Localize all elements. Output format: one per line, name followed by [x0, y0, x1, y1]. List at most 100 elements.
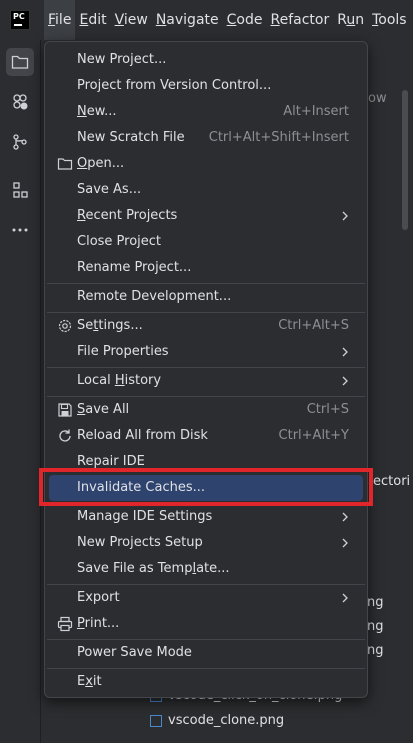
- pycharm-logo-icon[interactable]: PC: [10, 10, 30, 30]
- menu-view-label-mnemonic: V: [114, 12, 124, 28]
- gear-icon: [57, 318, 73, 334]
- menu-item-shortcut: Ctrl+S: [306, 402, 349, 417]
- menu-item-save-as[interactable]: Save As...: [49, 177, 363, 203]
- menu-item-export[interactable]: Export: [49, 585, 363, 611]
- menu-bar: PC File Edit View Navigate Code Refactor…: [0, 0, 413, 40]
- menu-item-project-from-vcs[interactable]: Project from Version Control...: [49, 73, 363, 99]
- chevron-right-icon: [339, 375, 351, 387]
- file-item[interactable]: vscode_clone.png: [150, 713, 284, 728]
- menu-run-label-pre: R: [337, 12, 347, 28]
- menu-file-label-post: ile: [55, 12, 72, 28]
- chevron-right-icon: [339, 592, 351, 604]
- menu-item-new[interactable]: New... Alt+Insert: [49, 99, 363, 125]
- menu-item-label: Open...: [77, 156, 125, 171]
- menu-run-label-mnemonic: u: [346, 12, 356, 28]
- menu-run[interactable]: Run: [333, 0, 368, 40]
- menu-item-label: Save All: [77, 402, 130, 417]
- menu-code[interactable]: Code: [223, 0, 267, 40]
- menu-edit-label-post: dit: [88, 12, 107, 28]
- menu-file[interactable]: File: [44, 0, 76, 40]
- more-icon[interactable]: [6, 216, 34, 244]
- menu-item-power-save-mode[interactable]: Power Save Mode: [49, 640, 363, 666]
- menu-code-label-mnemonic: C: [226, 12, 237, 28]
- menu-refactor[interactable]: Refactor: [266, 0, 333, 40]
- menu-navigate-label-mnemonic: N: [155, 12, 167, 28]
- menu-item-label: File Properties: [77, 344, 169, 359]
- background-text-ow: ow: [368, 91, 387, 106]
- chevron-right-icon: [339, 537, 351, 549]
- menu-code-label-post: ode: [236, 12, 263, 28]
- menu-item-new-scratch-file[interactable]: New Scratch File Ctrl+Alt+Shift+Insert: [49, 125, 363, 151]
- menu-item-label: Manage IDE Settings: [77, 509, 213, 524]
- menu-item-shortcut: Ctrl+Alt+Y: [278, 428, 349, 443]
- menu-item-label: New Projects Setup: [77, 535, 203, 550]
- menu-item-label: Reload All from Disk: [77, 428, 208, 443]
- background-text-ng-3: ng: [367, 643, 384, 658]
- menu-edit-label-mnemonic: E: [79, 12, 89, 28]
- chevron-right-icon: [339, 210, 351, 222]
- menu-item-print[interactable]: Print...: [49, 611, 363, 637]
- menu-item-shortcut: Ctrl+Alt+Shift+Insert: [208, 130, 349, 145]
- menu-item-file-properties[interactable]: File Properties: [49, 339, 363, 365]
- menu-view[interactable]: View: [111, 0, 152, 40]
- menu-navigate[interactable]: Navigate: [152, 0, 223, 40]
- file-name: vscode_clone.png: [168, 713, 285, 728]
- menu-run-label-post: n: [355, 12, 365, 28]
- open-folder-icon: [57, 156, 73, 172]
- menu-item-label: New Project...: [77, 52, 167, 67]
- printer-icon: [57, 616, 73, 632]
- background-text-ectori: ectori: [373, 474, 411, 489]
- left-tool-window-bar: [0, 40, 41, 743]
- vcs-icon[interactable]: [6, 128, 34, 156]
- logo-text: PC: [13, 12, 25, 21]
- chevron-right-icon: [339, 511, 351, 523]
- menu-item-new-projects-setup[interactable]: New Projects Setup: [49, 530, 363, 556]
- menu-item-label: Recent Projects: [77, 208, 178, 223]
- menu-item-open[interactable]: Open...: [49, 151, 363, 177]
- menu-item-label: Export: [77, 590, 120, 605]
- menu-item-new-project[interactable]: New Project...: [49, 47, 363, 73]
- menu-item-label: Power Save Mode: [77, 645, 192, 660]
- menu-item-label: Save As...: [77, 182, 142, 197]
- menu-item-label: Remote Development...: [77, 289, 232, 304]
- menu-item-manage-ide-settings[interactable]: Manage IDE Settings: [49, 504, 363, 530]
- menu-edit[interactable]: Edit: [75, 0, 110, 40]
- menu-item-shortcut: Ctrl+Alt+S: [278, 318, 349, 333]
- background-text-ng-2: ng: [367, 619, 384, 634]
- menu-item-label: Close Project: [77, 234, 162, 249]
- menu-tools[interactable]: Tools: [368, 0, 411, 40]
- image-file-icon: [150, 714, 162, 727]
- annotation-highlight-box: [39, 468, 373, 506]
- menu-file-label-mnemonic: F: [48, 12, 56, 28]
- menu-item-rename-project[interactable]: Rename Project...: [49, 255, 363, 281]
- menu-navigate-label-post: avigate: [166, 12, 219, 28]
- reload-icon: [57, 428, 73, 444]
- menu-item-settings[interactable]: Settings... Ctrl+Alt+S: [49, 313, 363, 339]
- structure-icon[interactable]: [6, 176, 34, 204]
- menu-item-label: Project from Version Control...: [77, 78, 272, 93]
- menu-item-recent-projects[interactable]: Recent Projects: [49, 203, 363, 229]
- plugins-icon[interactable]: [6, 88, 34, 116]
- menu-item-label: New Scratch File: [77, 130, 185, 145]
- menu-item-close-project[interactable]: Close Project: [49, 229, 363, 255]
- save-icon: [57, 402, 73, 418]
- folder-icon[interactable]: [6, 48, 34, 76]
- menu-item-label: Save File as Template...: [77, 561, 230, 576]
- menu-item-label: New...: [77, 104, 117, 119]
- menu-item-local-history[interactable]: Local History: [49, 368, 363, 394]
- menu-refactor-label-mnemonic: R: [270, 12, 280, 28]
- scrollbar-thumb[interactable]: [402, 90, 408, 230]
- menu-item-exit[interactable]: Exit: [49, 669, 363, 695]
- menu-item-reload-all[interactable]: Reload All from Disk Ctrl+Alt+Y: [49, 423, 363, 449]
- menu-item-label: Settings...: [77, 318, 143, 333]
- background-text-ng-1: ng: [367, 595, 384, 610]
- menu-refactor-label-post: efactor: [279, 12, 330, 28]
- menu-tools-label-post: ools: [378, 12, 407, 28]
- menu-view-label-post: iew: [123, 12, 148, 28]
- menu-item-label: Print...: [77, 616, 120, 631]
- menu-item-label: Local History: [77, 373, 162, 388]
- menu-item-remote-development[interactable]: Remote Development...: [49, 284, 363, 310]
- menu-item-save-file-as-template[interactable]: Save File as Template...: [49, 556, 363, 582]
- file-menu-dropdown: New Project... Project from Version Cont…: [44, 41, 368, 698]
- menu-item-save-all[interactable]: Save All Ctrl+S: [49, 397, 363, 423]
